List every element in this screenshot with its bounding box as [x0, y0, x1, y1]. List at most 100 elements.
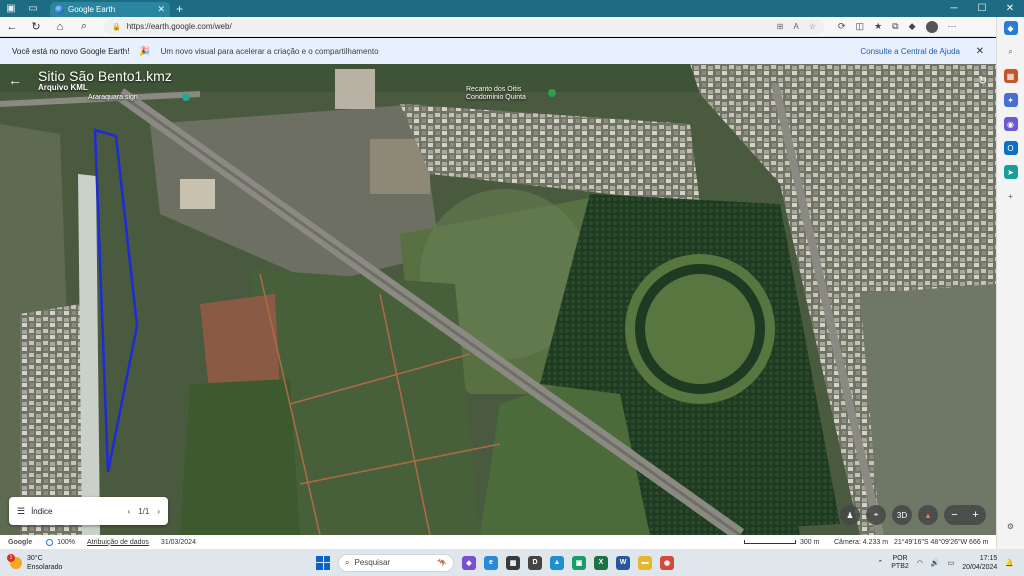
chevron-left-icon[interactable]: ‹	[128, 507, 131, 516]
index-page: 1/1	[138, 506, 150, 516]
tray-chevron-icon[interactable]: ⌃	[877, 559, 883, 567]
add-sidebar-icon[interactable]: +	[1004, 189, 1018, 203]
poi-pin-icon[interactable]	[548, 89, 556, 97]
taskbar-apps: ⌕ Pesquisar 🦘 ◆ e ▦ D ▲ ▣ X W ▬ ◉	[316, 553, 674, 572]
window-controls: ─ ☐ ✕	[940, 0, 1024, 17]
store-app-icon[interactable]: ▦	[506, 555, 520, 570]
favorite-star-icon[interactable]: ☆	[809, 22, 816, 31]
google-logo: Google	[8, 538, 33, 546]
scale-bar[interactable]: 300 m	[744, 539, 819, 546]
refresh-page-icon[interactable]: ⟳	[838, 21, 846, 33]
index-label: Índice	[31, 506, 53, 516]
favorites-icon[interactable]: ★	[874, 21, 882, 33]
edge-app-icon[interactable]: e	[484, 555, 498, 570]
maps-app-icon[interactable]: ▣	[572, 555, 586, 570]
address-bar[interactable]: 🔒 https://earth.google.com/web/ ⊞ A ☆	[104, 18, 824, 35]
copilot-sidebar-icon[interactable]: ◆	[1003, 21, 1018, 35]
map-status-bar: Google 100% Atribuição de dados 31/03/20…	[0, 535, 996, 549]
camera-altitude: Câmera: 4.233 m	[834, 538, 889, 546]
zoom-indicator-icon	[46, 538, 54, 546]
weather-text: 30°C Ensolarado	[27, 554, 62, 572]
clock[interactable]: 17:15 20/04/2024	[962, 554, 997, 572]
tab-google-earth[interactable]: Google Earth ✕	[50, 2, 170, 17]
copilot-icon[interactable]: ◆	[909, 21, 916, 33]
help-center-link[interactable]: Consulte a Central de Ajuda	[860, 47, 960, 56]
tab-title: Google Earth	[68, 5, 116, 14]
view-3d-button[interactable]: 3D	[892, 505, 912, 525]
send-icon[interactable]: ➤	[1003, 165, 1018, 179]
sidebar-search-icon[interactable]: ⌕	[1004, 45, 1018, 59]
weather-widget[interactable]: 1 30°C Ensolarado	[7, 553, 62, 572]
dell-app-icon[interactable]: D	[528, 555, 542, 570]
browser-tab-strip: ▣ ▭ Google Earth ✕ + ─ ☐ ✕	[0, 0, 1024, 17]
compass-icon[interactable]: ▲	[918, 505, 938, 525]
new-tab-button[interactable]: +	[176, 2, 183, 16]
sidebar-settings-icon[interactable]: ⚙	[1004, 519, 1018, 533]
app-install-icon[interactable]: ⊞	[777, 22, 784, 31]
read-aloud-icon[interactable]: A	[793, 22, 798, 31]
poi-pin-icon[interactable]	[182, 93, 190, 101]
weather-condition: Ensolarado	[27, 563, 63, 571]
photos-app-icon[interactable]: ▲	[550, 555, 564, 570]
volume-icon[interactable]: 🔊	[931, 559, 940, 567]
windows-start-icon[interactable]	[316, 555, 330, 570]
tools-icon[interactable]: ✦	[1003, 93, 1018, 107]
wifi-icon[interactable]: ◠	[917, 559, 923, 567]
pinned-app-icon[interactable]: ◉	[660, 555, 674, 570]
home-icon[interactable]: ⌂	[48, 21, 72, 33]
outlook-icon[interactable]: O	[1003, 141, 1018, 155]
split-screen-icon[interactable]: ◫	[856, 21, 865, 33]
search-placeholder: Pesquisar	[354, 558, 391, 567]
minimize-icon[interactable]: ─	[940, 0, 968, 17]
more-menu-icon[interactable]: ⋯	[948, 21, 957, 33]
games-icon[interactable]: ◉	[1003, 117, 1018, 131]
excel-app-icon[interactable]: X	[594, 555, 608, 570]
notification-bell-icon[interactable]: 🔔	[1005, 559, 1014, 567]
satellite-map[interactable]	[0, 64, 996, 535]
index-panel[interactable]: ☰ Índice ‹ 1/1 ›	[9, 497, 168, 525]
back-arrow-icon[interactable]: ←	[8, 72, 22, 88]
close-window-icon[interactable]: ✕	[996, 0, 1024, 17]
chevron-right-icon[interactable]: ›	[157, 507, 160, 516]
clock-date: 20/04/2024	[962, 563, 998, 571]
workspaces-icon[interactable]: ▣	[0, 0, 22, 17]
url-text[interactable]: https://earth.google.com/web/	[127, 22, 777, 31]
avatar[interactable]	[925, 20, 938, 33]
banner-close-icon[interactable]: ✕	[976, 46, 984, 57]
language-indicator[interactable]: POR PTB2	[891, 555, 909, 571]
reload-icon[interactable]: ↻	[24, 20, 48, 33]
back-nav-icon[interactable]: ←	[0, 21, 24, 33]
search-icon[interactable]: ⌕	[72, 20, 96, 33]
windows-taskbar: 1 30°C Ensolarado ⌕ Pesquisar 🦘 ◆ e ▦ D …	[0, 549, 1024, 576]
copilot-app-icon[interactable]: ◆	[462, 555, 476, 570]
tab-actions-icon[interactable]: ▭	[22, 0, 44, 17]
clock-time: 17:15	[979, 554, 998, 562]
battery-icon[interactable]: ▭	[948, 559, 955, 567]
tab-close-icon[interactable]: ✕	[157, 4, 165, 15]
word-app-icon[interactable]: W	[616, 555, 630, 570]
banner-title: Você está no novo Google Earth!	[12, 46, 130, 56]
language-bottom: PTB2	[891, 562, 909, 570]
collections-icon[interactable]: ⧉	[892, 21, 898, 33]
poi-label[interactable]: Recanto dos Oitis	[466, 86, 521, 93]
party-icon: 🎉	[139, 45, 151, 56]
poi-label[interactable]: Condominio Quinta	[466, 94, 526, 101]
shopping-icon[interactable]: ▦	[1003, 69, 1018, 83]
zoom-out-button[interactable]: −	[951, 509, 957, 521]
pegman-icon[interactable]: ♟	[840, 505, 860, 525]
index-pager: ‹ 1/1 ›	[128, 507, 160, 516]
lock-icon[interactable]: 🔒	[112, 23, 121, 31]
taskbar-search[interactable]: ⌕ Pesquisar 🦘	[338, 553, 454, 572]
location-icon[interactable]: ⌖	[866, 505, 886, 525]
file-explorer-icon[interactable]: ▬	[638, 555, 652, 570]
temperature: 30°C	[27, 554, 43, 562]
reload-kml-icon[interactable]: ↻	[978, 74, 987, 87]
poi-label[interactable]: Araraquara sign	[88, 94, 138, 101]
cursor-coordinates: 21°49'16"S 48°09'26"W 666 m	[893, 538, 989, 546]
imagery-date: 31/03/2024	[160, 538, 196, 546]
scale-bar-line	[744, 540, 796, 544]
maximize-icon[interactable]: ☐	[968, 0, 996, 17]
zoom-in-button[interactable]: +	[972, 509, 978, 521]
zoom-percent: 100%	[57, 538, 76, 546]
data-attribution-link[interactable]: Atribuição de dados	[87, 539, 149, 546]
